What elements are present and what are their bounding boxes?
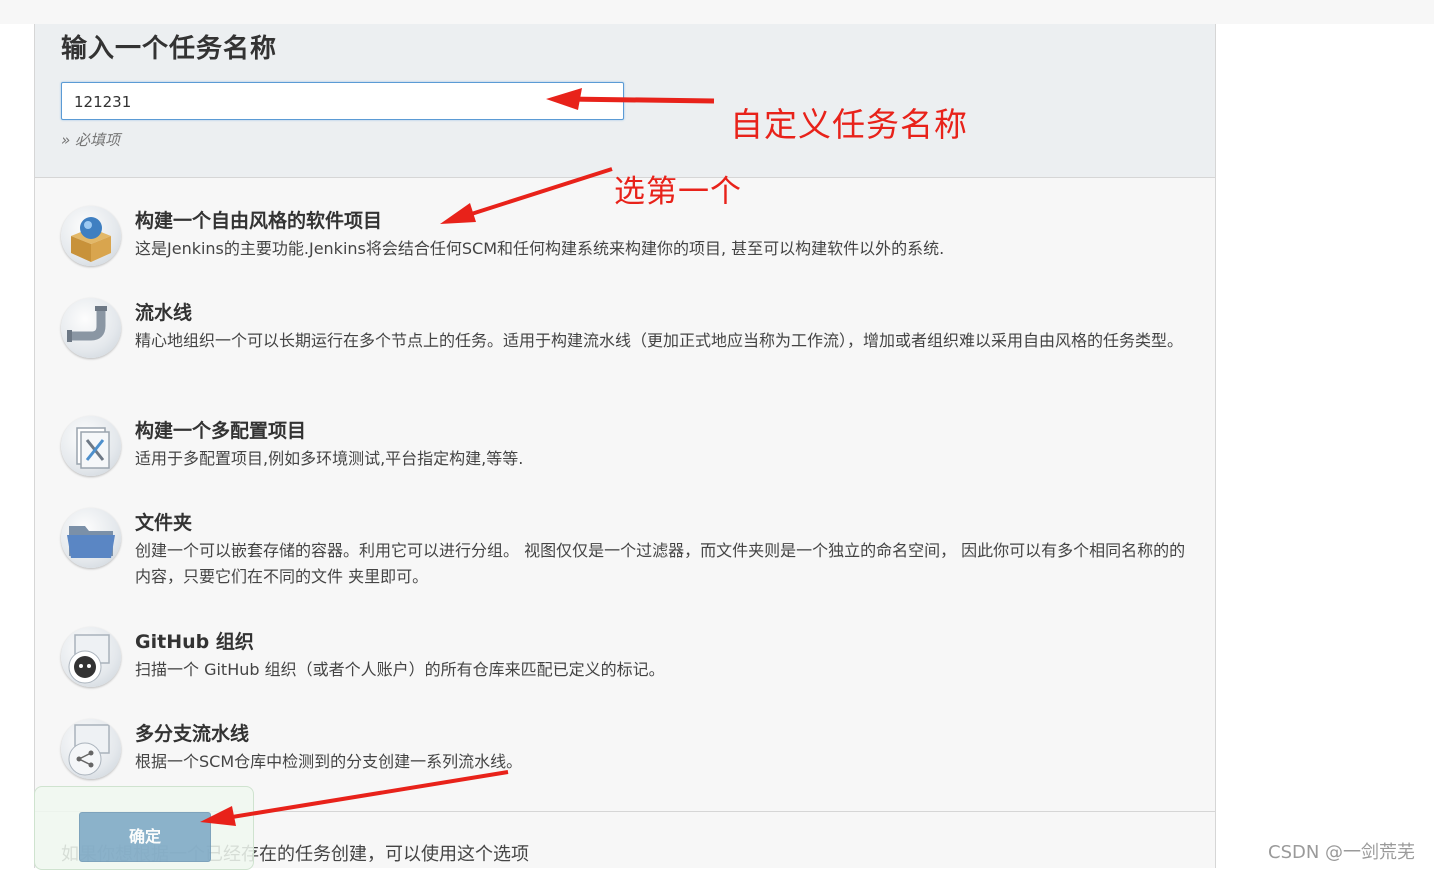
- arrowhead-first-item: [440, 203, 476, 224]
- arrowhead-ok: [200, 806, 236, 826]
- arrow-to-first-item: [461, 167, 613, 219]
- annotation-pick-first: 选第一个: [614, 174, 742, 210]
- annotation-arrows: [200, 88, 715, 826]
- arrowhead-input: [546, 88, 582, 110]
- annotation-custom-name: 自定义任务名称: [730, 105, 968, 144]
- arrow-to-ok: [225, 770, 509, 820]
- csdn-watermark: CSDN @一剑荒芜: [1268, 842, 1416, 863]
- arrow-to-input: [565, 96, 715, 104]
